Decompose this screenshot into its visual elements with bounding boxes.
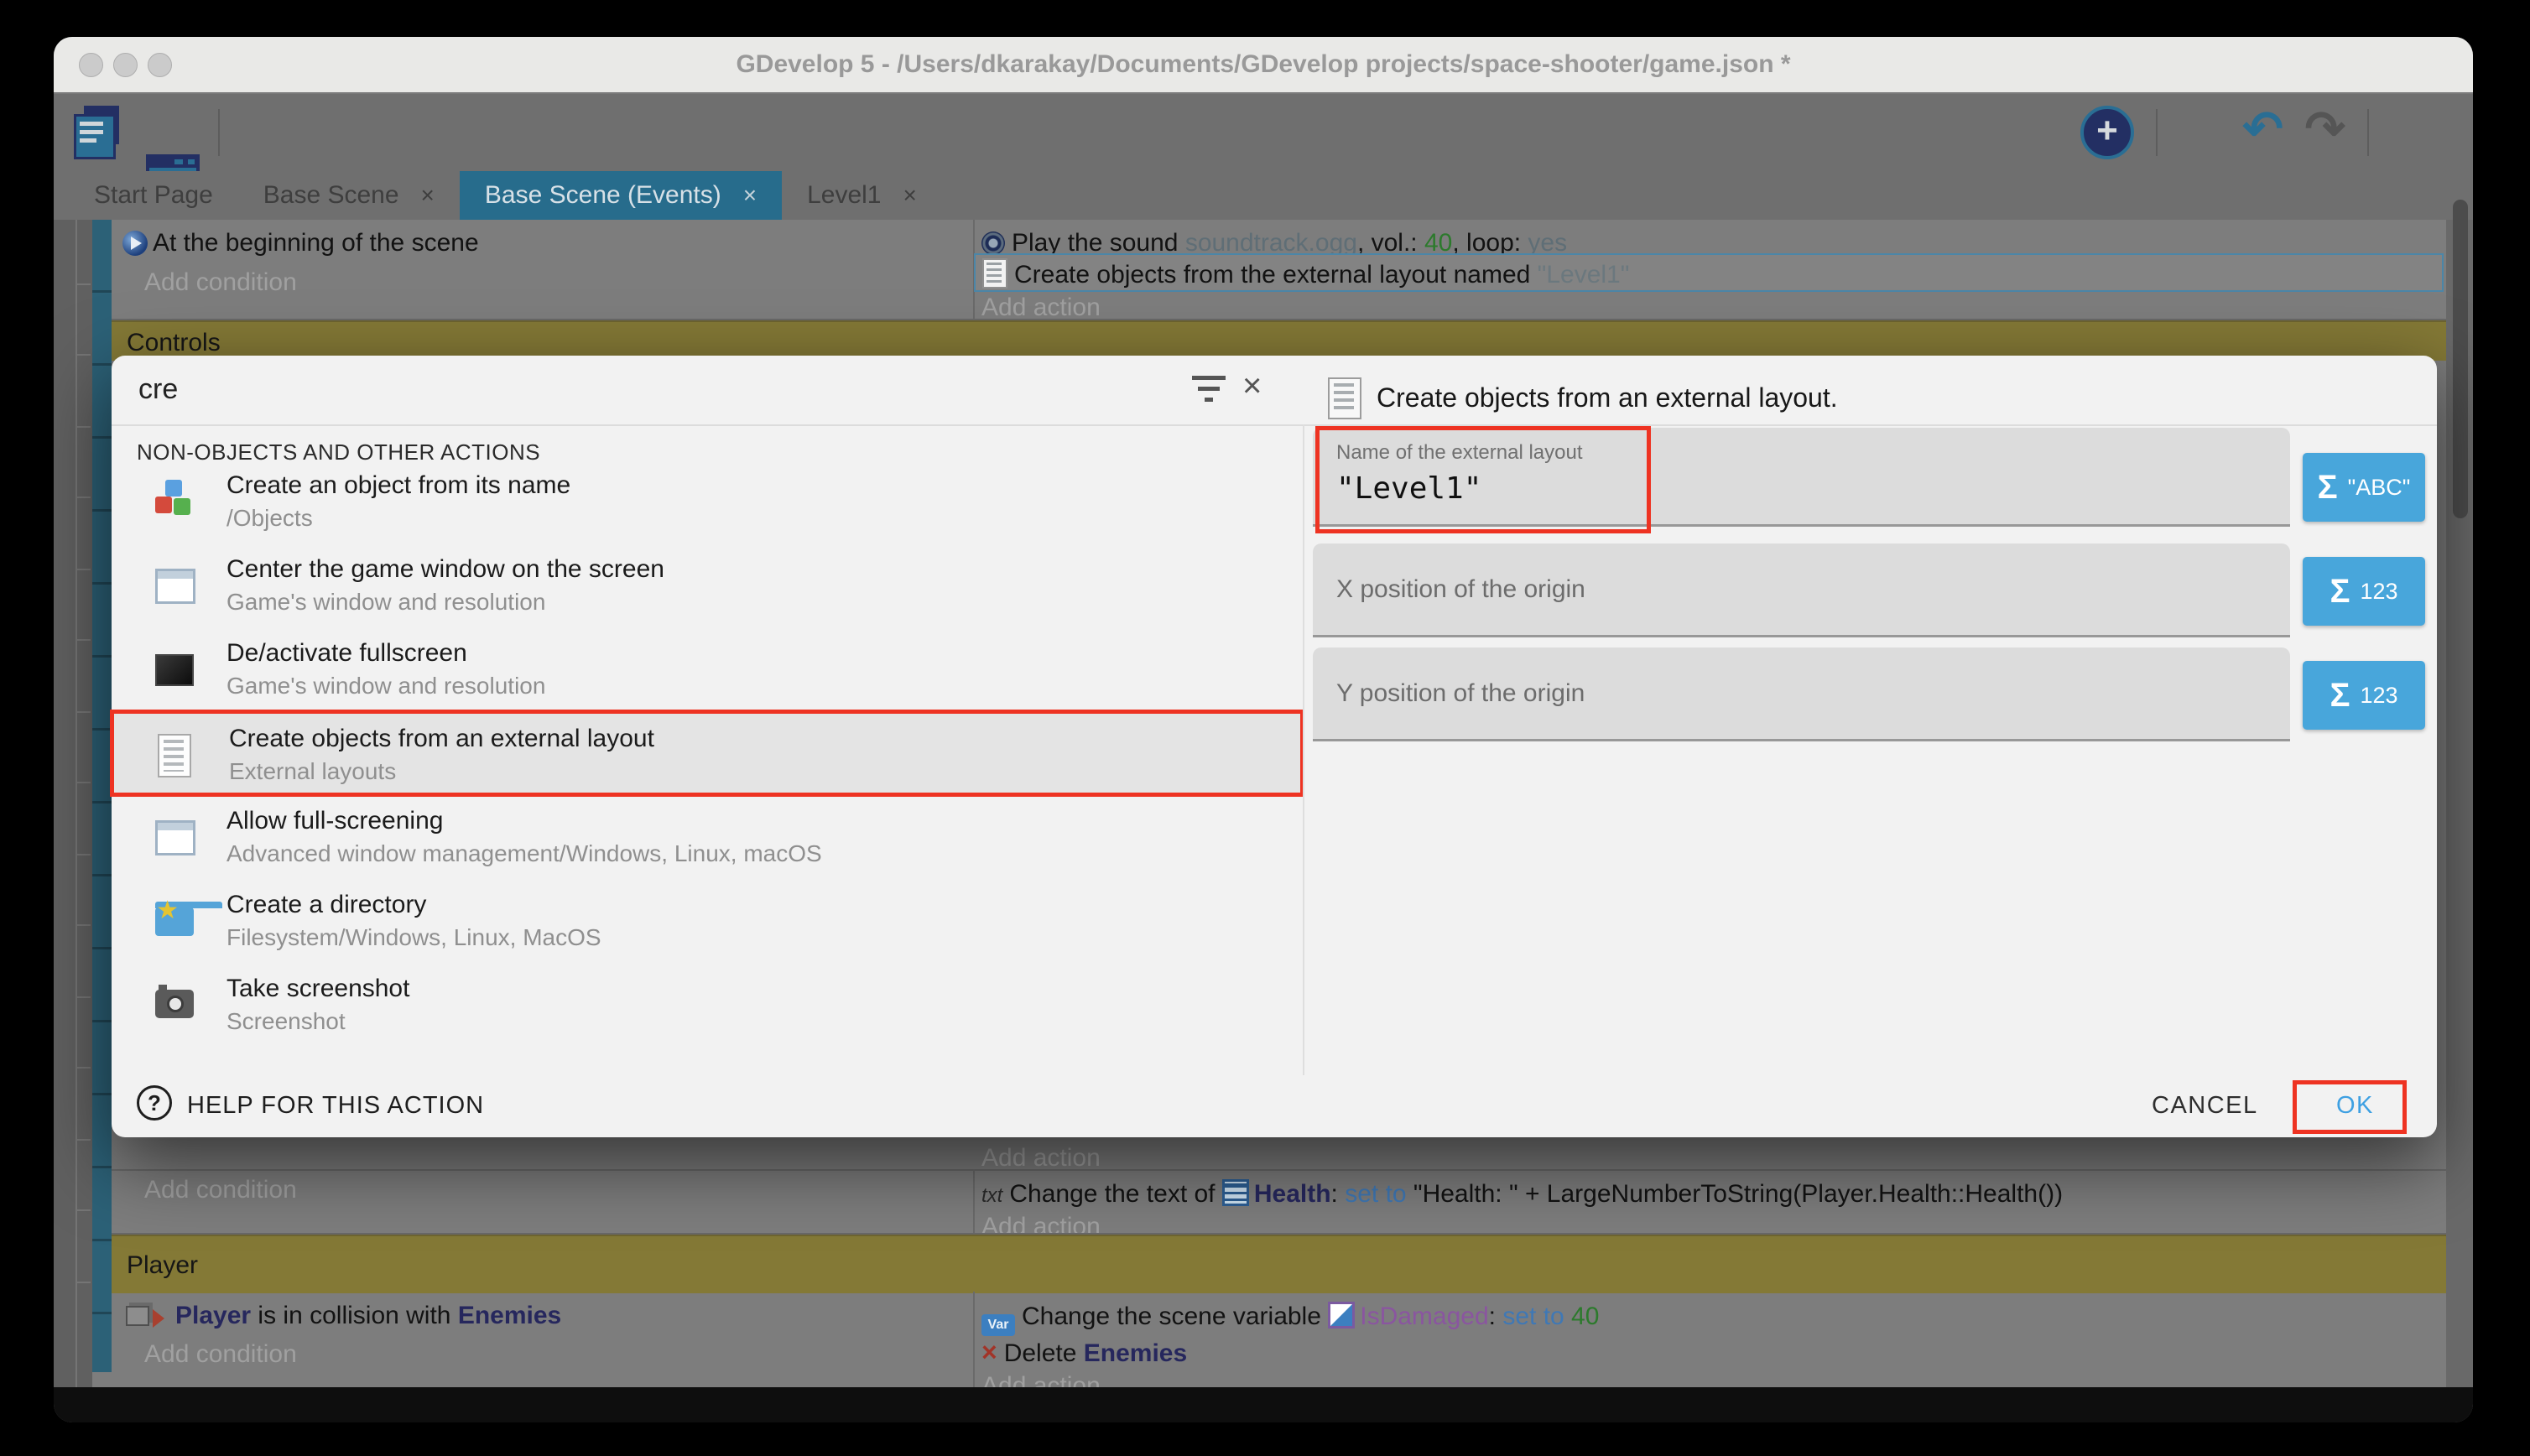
add-icon[interactable]: + [2080, 106, 2134, 159]
group-header-player[interactable]: Player [112, 1235, 2446, 1293]
list-item-create-directory[interactable]: ★ Create a directoryFilesystem/Windows, … [112, 879, 1303, 963]
speaker-icon [981, 231, 1005, 255]
collision-spark-icon [153, 1309, 174, 1328]
action-title: Create objects from an external layout. [1377, 382, 1838, 413]
window-icon [155, 815, 197, 857]
list-item-allow-full-screening[interactable]: Allow full-screeningAdvanced window mana… [112, 795, 1303, 879]
field-y-position[interactable]: Y position of the origin [1313, 647, 2290, 741]
events-gutter [54, 220, 92, 1387]
list-item-create-object-from-name[interactable]: Create an object from its name/Objects [112, 460, 1303, 543]
row-separator [112, 1169, 2446, 1171]
condition-action-divider [973, 1292, 975, 1387]
add-action-link[interactable]: Add action [981, 1144, 1101, 1173]
tab-base-scene-events[interactable]: Base Scene (Events)× [460, 171, 782, 220]
add-action-link[interactable]: Add action [981, 294, 1101, 322]
condition-action-divider [973, 1169, 975, 1233]
field-x-position[interactable]: X position of the origin [1313, 543, 2290, 637]
list-item-deactivate-fullscreen[interactable]: De/activate fullscreenGame's window and … [112, 627, 1303, 711]
window-icon [155, 564, 197, 606]
event2-action-change-text[interactable]: txtChange the text of Health: set to "He… [981, 1179, 2063, 1209]
external-layout-icon [158, 734, 200, 776]
sigma-icon: Σ [2330, 573, 2350, 611]
scrollbar-thumb[interactable] [2453, 200, 2468, 518]
event1-condition[interactable]: At the beginning of the scene [122, 229, 479, 257]
search-row: × [112, 356, 2437, 426]
external-layout-icon [1328, 377, 1361, 419]
redo-icon[interactable]: ↷ [2304, 106, 2345, 153]
panel-divider [1303, 424, 1304, 1075]
camera-icon [155, 983, 197, 1025]
help-link[interactable]: HELP FOR THIS ACTION [187, 1092, 484, 1120]
list-item-take-screenshot[interactable]: Take screenshotScreenshot [112, 963, 1303, 1047]
variable-icon: Var [981, 1314, 1015, 1336]
toolbar-separator [2367, 109, 2369, 156]
scene-variable-icon [1328, 1302, 1355, 1329]
fullscreen-icon [155, 647, 197, 689]
tab-base-scene[interactable]: Base Scene× [238, 171, 460, 220]
text-object-icon [1222, 1179, 1249, 1206]
tab-level1[interactable]: Level1× [782, 171, 942, 220]
sigma-icon: Σ [2330, 677, 2350, 715]
window-title: GDevelop 5 - /Users/dkarakay/Documents/G… [54, 50, 2473, 79]
event-selection-bar[interactable] [92, 220, 112, 1372]
highlight-box-ok [2293, 1080, 2407, 1134]
highlight-box-field [1315, 426, 1651, 533]
tab-bar: Start Page Base Scene× Base Scene (Event… [54, 171, 2473, 220]
instruction-editor-dialog: × NON-OBJECTS AND OTHER ACTIONS Create a… [112, 356, 2437, 1137]
folder-icon: ★ [155, 899, 197, 941]
group-header-controls[interactable]: Controls [112, 320, 2446, 361]
dialog-footer: ? HELP FOR THIS ACTION CANCEL OK [112, 1075, 2437, 1137]
close-icon[interactable]: × [421, 182, 435, 209]
close-icon[interactable]: × [903, 182, 916, 209]
event3-condition-collision[interactable]: Player is in collision with Enemies [126, 1302, 561, 1330]
txt-icon: txt [981, 1184, 1002, 1208]
help-icon[interactable]: ? [137, 1085, 172, 1121]
add-condition-link[interactable]: Add condition [144, 268, 297, 297]
event3-action-delete[interactable]: ×Delete Enemies [981, 1337, 1187, 1368]
collision-icon [126, 1306, 149, 1326]
event3-action-variable[interactable]: VarChange the scene variable IsDamaged: … [981, 1302, 1599, 1336]
expression-builder-123-button[interactable]: Σ 123 [2303, 661, 2425, 730]
project-manager-icon[interactable] [74, 106, 121, 154]
list-item-create-objects-external-layout[interactable]: Create objects from an external layoutEx… [110, 710, 1304, 797]
cancel-button[interactable]: CANCEL [2152, 1092, 2258, 1120]
toolbar: + + + + ↶ ↷ [54, 94, 2473, 171]
external-layout-icon [982, 258, 1007, 289]
undo-icon[interactable]: ↶ [2242, 106, 2283, 153]
sigma-icon: Σ [2318, 469, 2338, 507]
expression-builder-123-button[interactable]: Σ 123 [2303, 557, 2425, 626]
titlebar: GDevelop 5 - /Users/dkarakay/Documents/G… [54, 37, 2473, 94]
close-icon[interactable]: × [743, 182, 757, 209]
toolbar-separator [2156, 109, 2158, 156]
expression-builder-abc-button[interactable]: Σ "ABC" [2303, 453, 2425, 522]
toolbar-separator [218, 109, 220, 156]
close-icon[interactable]: × [1242, 367, 1262, 405]
add-condition-link[interactable]: Add condition [144, 1176, 297, 1204]
objects-icon [155, 480, 197, 522]
list-item-center-game-window[interactable]: Center the game window on the screenGame… [112, 543, 1303, 627]
sheet-bottom [54, 1387, 2473, 1422]
delete-x-icon: × [981, 1337, 997, 1368]
search-input[interactable] [137, 372, 1147, 407]
tab-start-page[interactable]: Start Page [69, 171, 238, 220]
filter-icon[interactable] [1192, 376, 1226, 404]
add-condition-link[interactable]: Add condition [144, 1340, 297, 1369]
event1-action-create-selected[interactable]: Create objects from the external layout … [974, 253, 2444, 292]
begin-scene-icon [122, 231, 148, 256]
